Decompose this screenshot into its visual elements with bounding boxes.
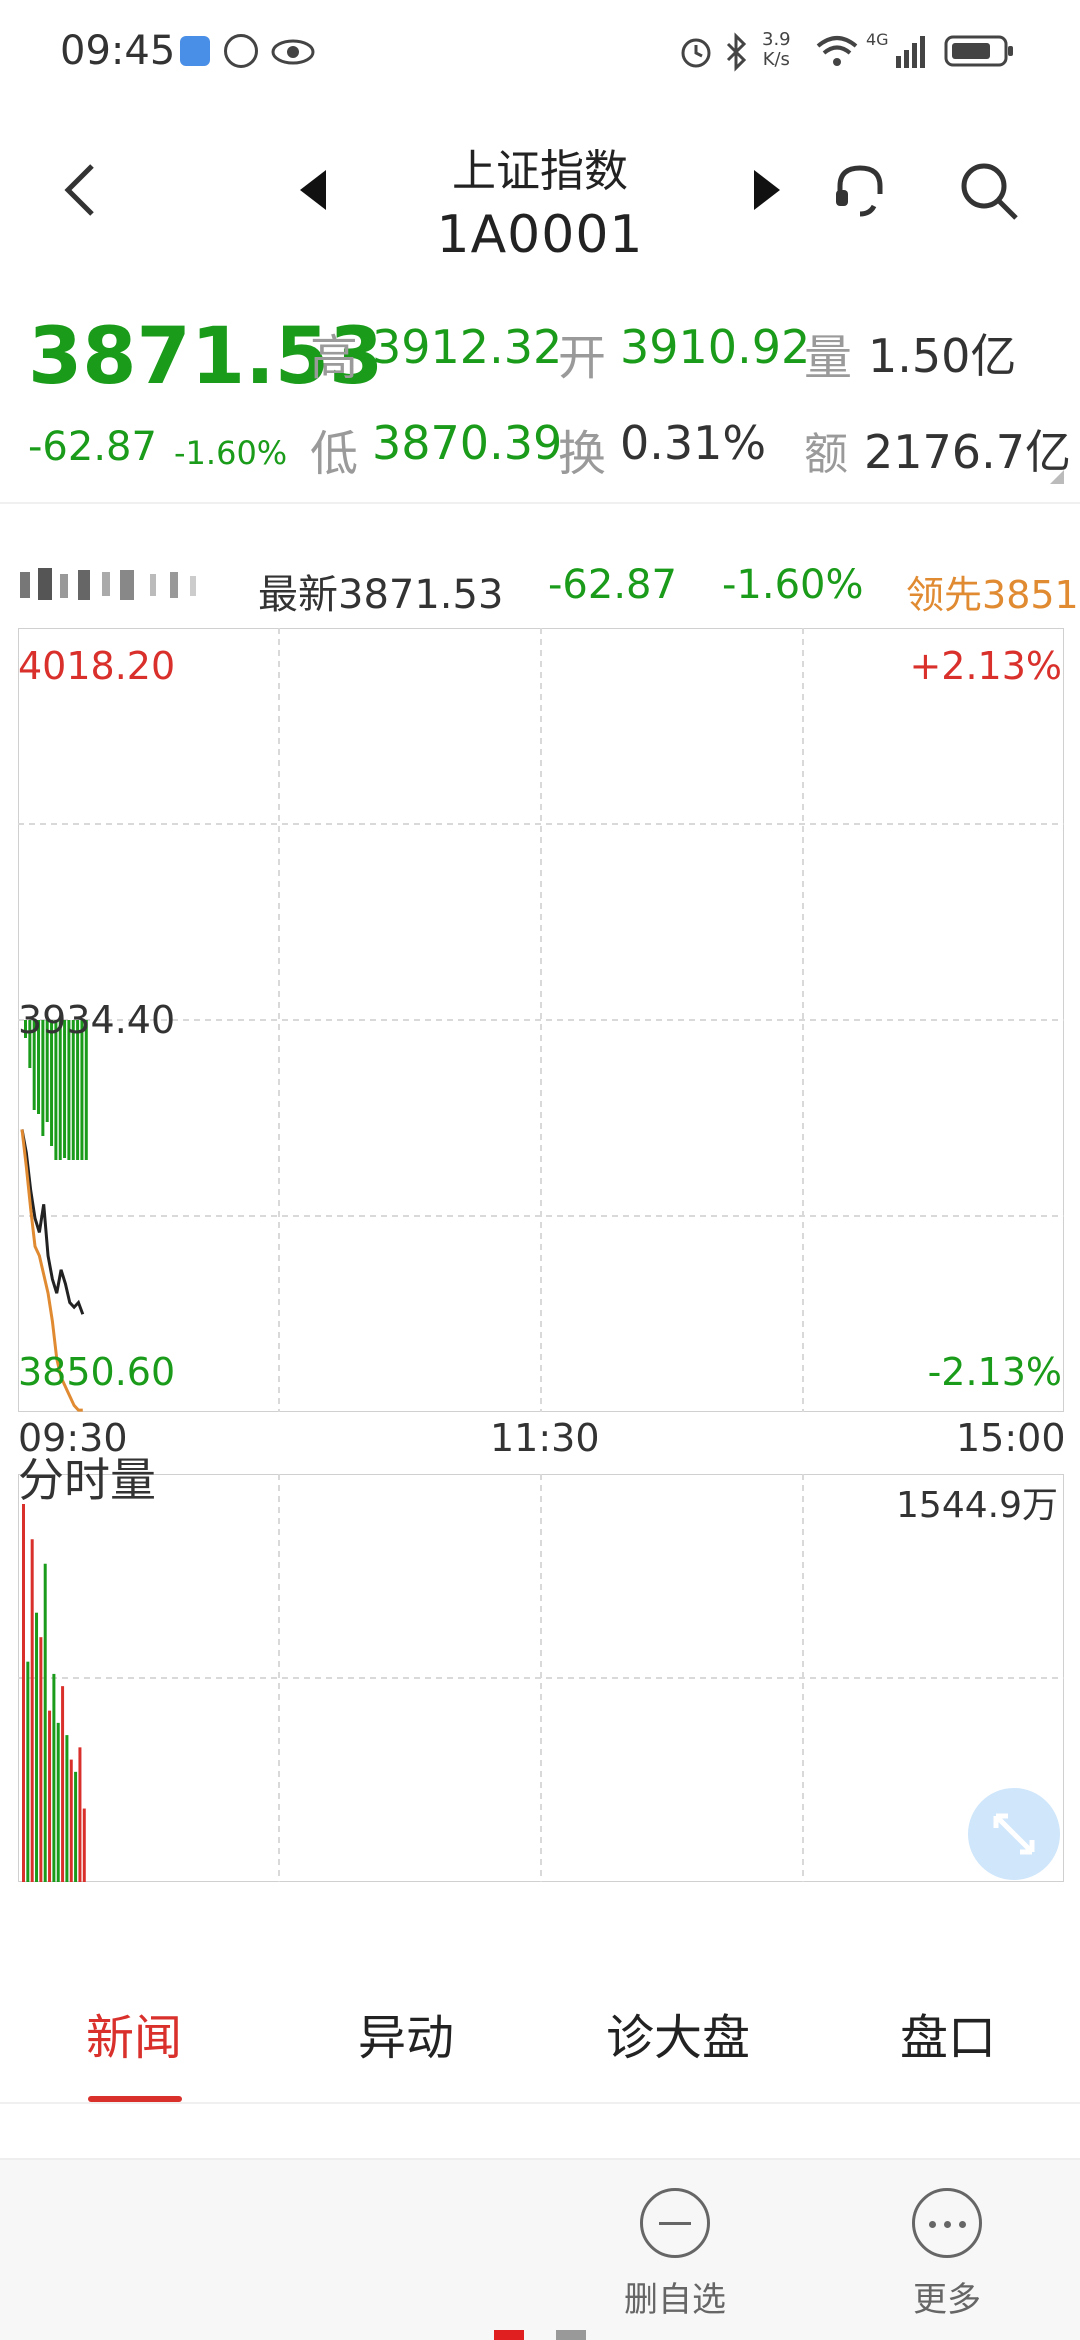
fullscreen-button[interactable] — [968, 1788, 1060, 1880]
legend-latest: 最新3871.53 — [258, 572, 504, 618]
open-label: 开 — [558, 330, 607, 386]
volume-title: 分时量 — [18, 1453, 156, 1507]
search-icon — [961, 163, 1018, 220]
alarm-icon — [678, 34, 714, 74]
volume-bar — [26, 1661, 30, 1882]
eye-icon — [270, 38, 316, 70]
remove-watchlist-button[interactable]: 删自选 — [600, 2188, 750, 2321]
turnover-value: 0.31% — [620, 416, 767, 470]
volume-bar — [30, 1539, 34, 1882]
volume-bar — [48, 1710, 52, 1882]
stock-code: 1A0001 — [436, 205, 644, 265]
legend-change: -62.87 — [548, 562, 677, 608]
app-badge-icon — [224, 34, 258, 68]
more-label: 更多 — [913, 2280, 981, 2320]
low-label: 低 — [310, 426, 359, 482]
search-button[interactable] — [958, 160, 1020, 226]
x-axis-end: 15:00 — [956, 1416, 1066, 1460]
volume-bar — [82, 1808, 86, 1882]
y-axis-top: 4018.20 — [18, 644, 176, 688]
amount-label: 额 — [804, 429, 848, 480]
wifi-icon — [814, 34, 860, 72]
price-change-pct: -1.60% — [174, 434, 288, 472]
volume-max: 1544.9万 — [896, 1485, 1058, 1526]
high-value: 3912.32 — [372, 320, 563, 374]
x-axis-mid: 11:30 — [490, 1416, 600, 1460]
volume-bar — [65, 1735, 69, 1882]
volume-bar — [69, 1759, 73, 1882]
volume-bar — [43, 1563, 47, 1882]
y-axis-top-pct: +2.13% — [909, 644, 1062, 688]
legend-change-pct: -1.60% — [722, 562, 864, 608]
triangle-right-icon — [754, 170, 780, 210]
tab-news[interactable]: 新闻 — [24, 1998, 244, 2068]
network-speed: 3.9 K/s — [762, 29, 791, 70]
legend-blurred-name — [20, 566, 210, 602]
volume-value: 1.50亿 — [868, 329, 1017, 383]
page-title: 上证指数 — [452, 146, 628, 197]
open-value: 3910.92 — [620, 320, 811, 374]
status-time: 09:45 — [60, 28, 176, 74]
next-stock-button[interactable] — [750, 168, 784, 216]
y-axis-bottom-pct: -2.13% — [927, 1350, 1062, 1394]
high-label: 高 — [310, 330, 359, 386]
expand-icon — [993, 1813, 1035, 1855]
tab-divider — [0, 2102, 1080, 2104]
volume-bar — [52, 1673, 56, 1882]
volume-bar — [35, 1612, 39, 1882]
remove-watchlist-label: 删自选 — [624, 2280, 726, 2320]
headset-icon — [836, 165, 883, 217]
volume-chart[interactable] — [18, 1474, 1064, 1882]
more-dots-icon — [912, 2188, 982, 2258]
volume-bar — [22, 1504, 25, 1882]
low-value: 3870.39 — [372, 416, 563, 470]
tab-order-book[interactable]: 盘口 — [838, 1998, 1058, 2068]
customer-service-button[interactable] — [830, 160, 890, 224]
volume-label: 量 — [804, 330, 853, 386]
tab-anomaly[interactable]: 异动 — [296, 1998, 516, 2068]
expand-corner-icon[interactable] — [1050, 470, 1064, 484]
more-button[interactable]: 更多 — [872, 2188, 1022, 2321]
page-indicator — [556, 2330, 586, 2340]
turnover-label: 换 — [558, 426, 607, 482]
amount-value: 2176.7亿 — [864, 425, 1071, 479]
volume-bar — [61, 1686, 65, 1882]
volume-bar — [78, 1747, 82, 1882]
volume-bar — [74, 1771, 78, 1882]
volume-bar — [56, 1722, 60, 1882]
bluetooth-icon — [724, 32, 748, 76]
quote-divider — [0, 502, 1080, 504]
volume-bar — [39, 1637, 43, 1882]
status-bar: 09:45 3.9 K/s 4G — [0, 0, 1080, 100]
y-axis-mid: 3934.40 — [18, 998, 176, 1042]
calendar-icon — [180, 36, 210, 66]
tab-market-diagnosis[interactable]: 诊大盘 — [568, 1998, 788, 2068]
minus-circle-icon — [640, 2188, 710, 2258]
battery-icon — [944, 34, 1016, 72]
legend-leader: 领先3851 — [906, 573, 1079, 617]
price-change: -62.87 — [28, 424, 157, 470]
page-indicator-active — [494, 2330, 524, 2340]
y-axis-bottom: 3850.60 — [18, 1350, 176, 1394]
